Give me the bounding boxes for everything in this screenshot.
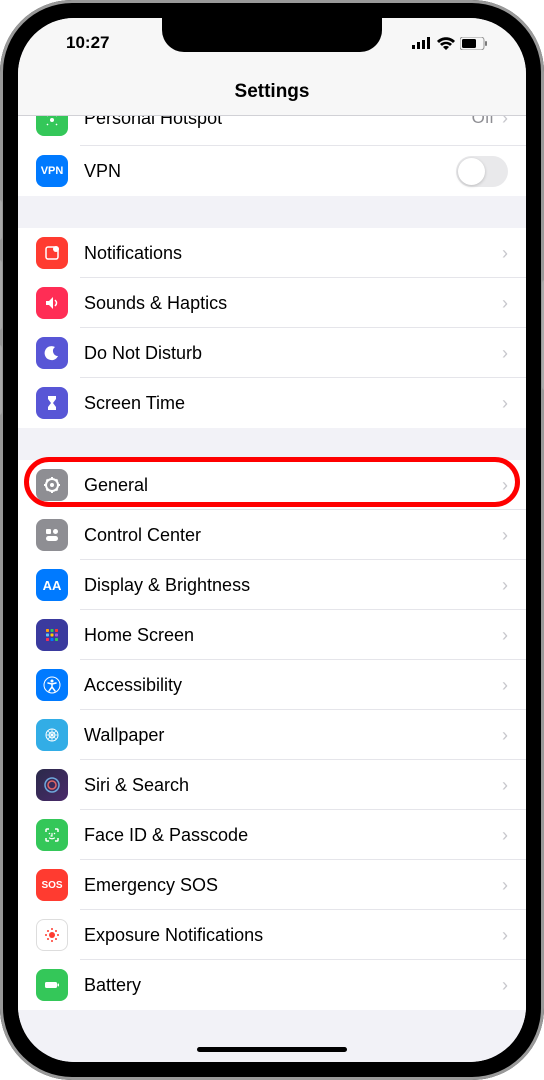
row-label: General bbox=[84, 475, 502, 496]
row-home-screen[interactable]: Home Screen › bbox=[18, 610, 526, 660]
general-icon bbox=[36, 469, 68, 501]
settings-list[interactable]: Personal Hotspot Off › VPN VPN Noti bbox=[18, 116, 526, 1062]
row-label: Siri & Search bbox=[84, 775, 502, 796]
row-face-id[interactable]: Face ID & Passcode › bbox=[18, 810, 526, 860]
row-label: Notifications bbox=[84, 243, 502, 264]
row-label: Screen Time bbox=[84, 393, 502, 414]
home-screen-icon bbox=[36, 619, 68, 651]
battery-icon bbox=[36, 969, 68, 1001]
chevron-icon: › bbox=[502, 243, 508, 264]
row-personal-hotspot[interactable]: Personal Hotspot Off › bbox=[18, 116, 526, 146]
vpn-icon: VPN bbox=[36, 155, 68, 187]
row-label: Personal Hotspot bbox=[84, 116, 472, 129]
chevron-icon: › bbox=[502, 875, 508, 896]
sos-icon: SOS bbox=[36, 869, 68, 901]
row-siri-search[interactable]: Siri & Search › bbox=[18, 760, 526, 810]
row-label: Exposure Notifications bbox=[84, 925, 502, 946]
row-screen-time[interactable]: Screen Time › bbox=[18, 378, 526, 428]
wifi-icon bbox=[437, 37, 455, 50]
row-battery[interactable]: Battery › bbox=[18, 960, 526, 1010]
row-label: Home Screen bbox=[84, 625, 502, 646]
chevron-icon: › bbox=[502, 975, 508, 996]
row-label: Face ID & Passcode bbox=[84, 825, 502, 846]
notifications-icon bbox=[36, 237, 68, 269]
page-title: Settings bbox=[235, 81, 310, 103]
row-label: Control Center bbox=[84, 525, 502, 546]
siri-icon bbox=[36, 769, 68, 801]
row-value: Off bbox=[472, 116, 494, 128]
row-emergency-sos[interactable]: SOS Emergency SOS › bbox=[18, 860, 526, 910]
vpn-toggle[interactable] bbox=[456, 156, 508, 187]
control-center-icon bbox=[36, 519, 68, 551]
row-accessibility[interactable]: Accessibility › bbox=[18, 660, 526, 710]
battery-icon bbox=[460, 37, 488, 50]
chevron-icon: › bbox=[502, 825, 508, 846]
chevron-icon: › bbox=[502, 393, 508, 414]
row-label: Battery bbox=[84, 975, 502, 996]
row-exposure-notifications[interactable]: Exposure Notifications › bbox=[18, 910, 526, 960]
exposure-icon bbox=[36, 919, 68, 951]
chevron-icon: › bbox=[502, 625, 508, 646]
nav-header: Settings bbox=[18, 68, 526, 116]
row-label: Do Not Disturb bbox=[84, 343, 502, 364]
notch bbox=[162, 18, 382, 52]
home-indicator[interactable] bbox=[197, 1047, 347, 1052]
row-sounds-haptics[interactable]: Sounds & Haptics › bbox=[18, 278, 526, 328]
row-label: Display & Brightness bbox=[84, 575, 502, 596]
chevron-icon: › bbox=[502, 116, 508, 129]
row-label: Sounds & Haptics bbox=[84, 293, 502, 314]
status-indicators bbox=[412, 37, 488, 50]
row-do-not-disturb[interactable]: Do Not Disturb › bbox=[18, 328, 526, 378]
wallpaper-icon bbox=[36, 719, 68, 751]
row-vpn[interactable]: VPN VPN bbox=[18, 146, 526, 196]
row-wallpaper[interactable]: Wallpaper › bbox=[18, 710, 526, 760]
row-control-center[interactable]: Control Center › bbox=[18, 510, 526, 560]
row-general[interactable]: General › bbox=[18, 460, 526, 510]
accessibility-icon bbox=[36, 669, 68, 701]
chevron-icon: › bbox=[502, 675, 508, 696]
cellular-icon bbox=[412, 37, 432, 49]
chevron-icon: › bbox=[502, 525, 508, 546]
chevron-icon: › bbox=[502, 925, 508, 946]
chevron-icon: › bbox=[502, 775, 508, 796]
chevron-icon: › bbox=[502, 293, 508, 314]
chevron-icon: › bbox=[502, 575, 508, 596]
display-icon: AA bbox=[36, 569, 68, 601]
status-time: 10:27 bbox=[66, 33, 109, 53]
chevron-icon: › bbox=[502, 725, 508, 746]
hotspot-icon bbox=[36, 116, 68, 136]
dnd-icon bbox=[36, 337, 68, 369]
row-label: VPN bbox=[84, 161, 456, 182]
row-label: Accessibility bbox=[84, 675, 502, 696]
row-label: Wallpaper bbox=[84, 725, 502, 746]
chevron-icon: › bbox=[502, 475, 508, 496]
screentime-icon bbox=[36, 387, 68, 419]
chevron-icon: › bbox=[502, 343, 508, 364]
face-id-icon bbox=[36, 819, 68, 851]
row-label: Emergency SOS bbox=[84, 875, 502, 896]
row-display-brightness[interactable]: AA Display & Brightness › bbox=[18, 560, 526, 610]
sounds-icon bbox=[36, 287, 68, 319]
row-notifications[interactable]: Notifications › bbox=[18, 228, 526, 278]
